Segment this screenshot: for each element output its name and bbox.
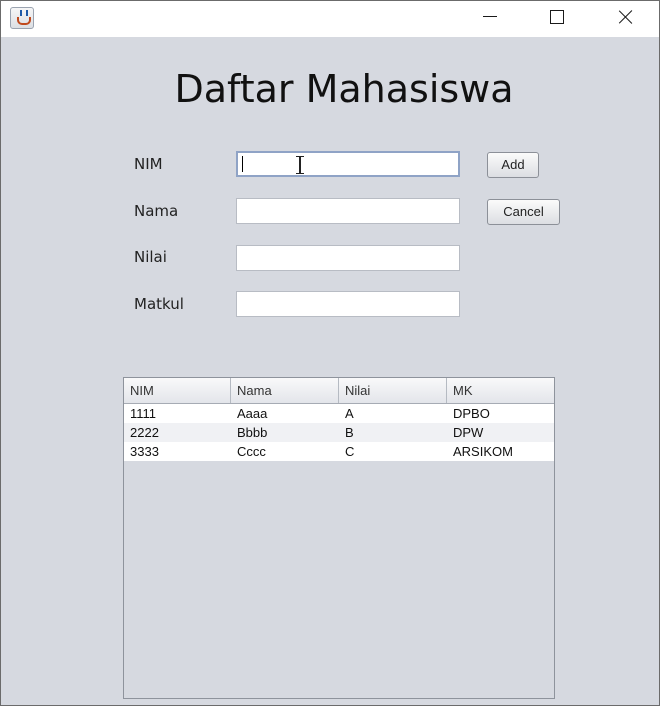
minimize-button[interactable] (467, 1, 513, 33)
cell-nama: Bbbb (237, 425, 268, 440)
cell-nilai: B (345, 425, 354, 440)
column-header-nilai[interactable]: Nilai (339, 378, 447, 403)
nilai-field[interactable] (236, 245, 460, 271)
column-header-mk[interactable]: MK (447, 378, 554, 403)
column-header-nim[interactable]: NIM (124, 378, 231, 403)
maximize-button[interactable] (534, 1, 580, 33)
cell-nilai: C (345, 444, 355, 459)
nama-field[interactable] (236, 198, 460, 224)
title-bar[interactable] (1, 1, 659, 37)
minimize-icon (483, 16, 497, 17)
cell-nama: Aaaa (237, 406, 268, 421)
cancel-button[interactable]: Cancel (487, 199, 560, 225)
cell-mk: DPW (453, 425, 484, 440)
app-window: Daftar Mahasiswa NIM Add Nama Cancel Nil… (0, 0, 660, 706)
close-icon (618, 9, 634, 25)
nim-field[interactable] (236, 151, 460, 177)
cell-nilai: A (345, 406, 354, 421)
table-header: NIM Nama Nilai MK (124, 378, 554, 404)
table-row[interactable]: 1111 Aaaa A DPBO (124, 404, 554, 423)
student-table[interactable]: NIM Nama Nilai MK 1111 Aaaa A DPBO 2222 … (123, 377, 555, 699)
nama-label: Nama (134, 202, 179, 220)
close-button[interactable] (603, 1, 649, 33)
page-title: Daftar Mahasiswa (174, 67, 514, 111)
text-caret (242, 156, 243, 172)
add-button[interactable]: Add (487, 152, 539, 178)
cell-nim: 2222 (130, 425, 159, 440)
matkul-label: Matkul (134, 295, 184, 313)
form-panel: Daftar Mahasiswa NIM Add Nama Cancel Nil… (1, 37, 659, 705)
table-row[interactable]: 3333 Cccc C ARSIKOM (124, 442, 554, 461)
java-cup-icon[interactable] (10, 7, 34, 29)
nilai-label: Nilai (134, 248, 167, 266)
column-header-nama[interactable]: Nama (231, 378, 339, 403)
cell-nim: 3333 (130, 444, 159, 459)
cell-nim: 1111 (130, 406, 157, 421)
table-row[interactable]: 2222 Bbbb B DPW (124, 423, 554, 442)
cell-mk: DPBO (453, 406, 490, 421)
maximize-icon (550, 10, 564, 24)
matkul-field[interactable] (236, 291, 460, 317)
cell-mk: ARSIKOM (453, 444, 513, 459)
table-body: 1111 Aaaa A DPBO 2222 Bbbb B DPW 3333 Cc… (124, 404, 554, 461)
ibeam-cursor-icon (296, 156, 304, 174)
nim-label: NIM (134, 155, 163, 173)
cell-nama: Cccc (237, 444, 266, 459)
